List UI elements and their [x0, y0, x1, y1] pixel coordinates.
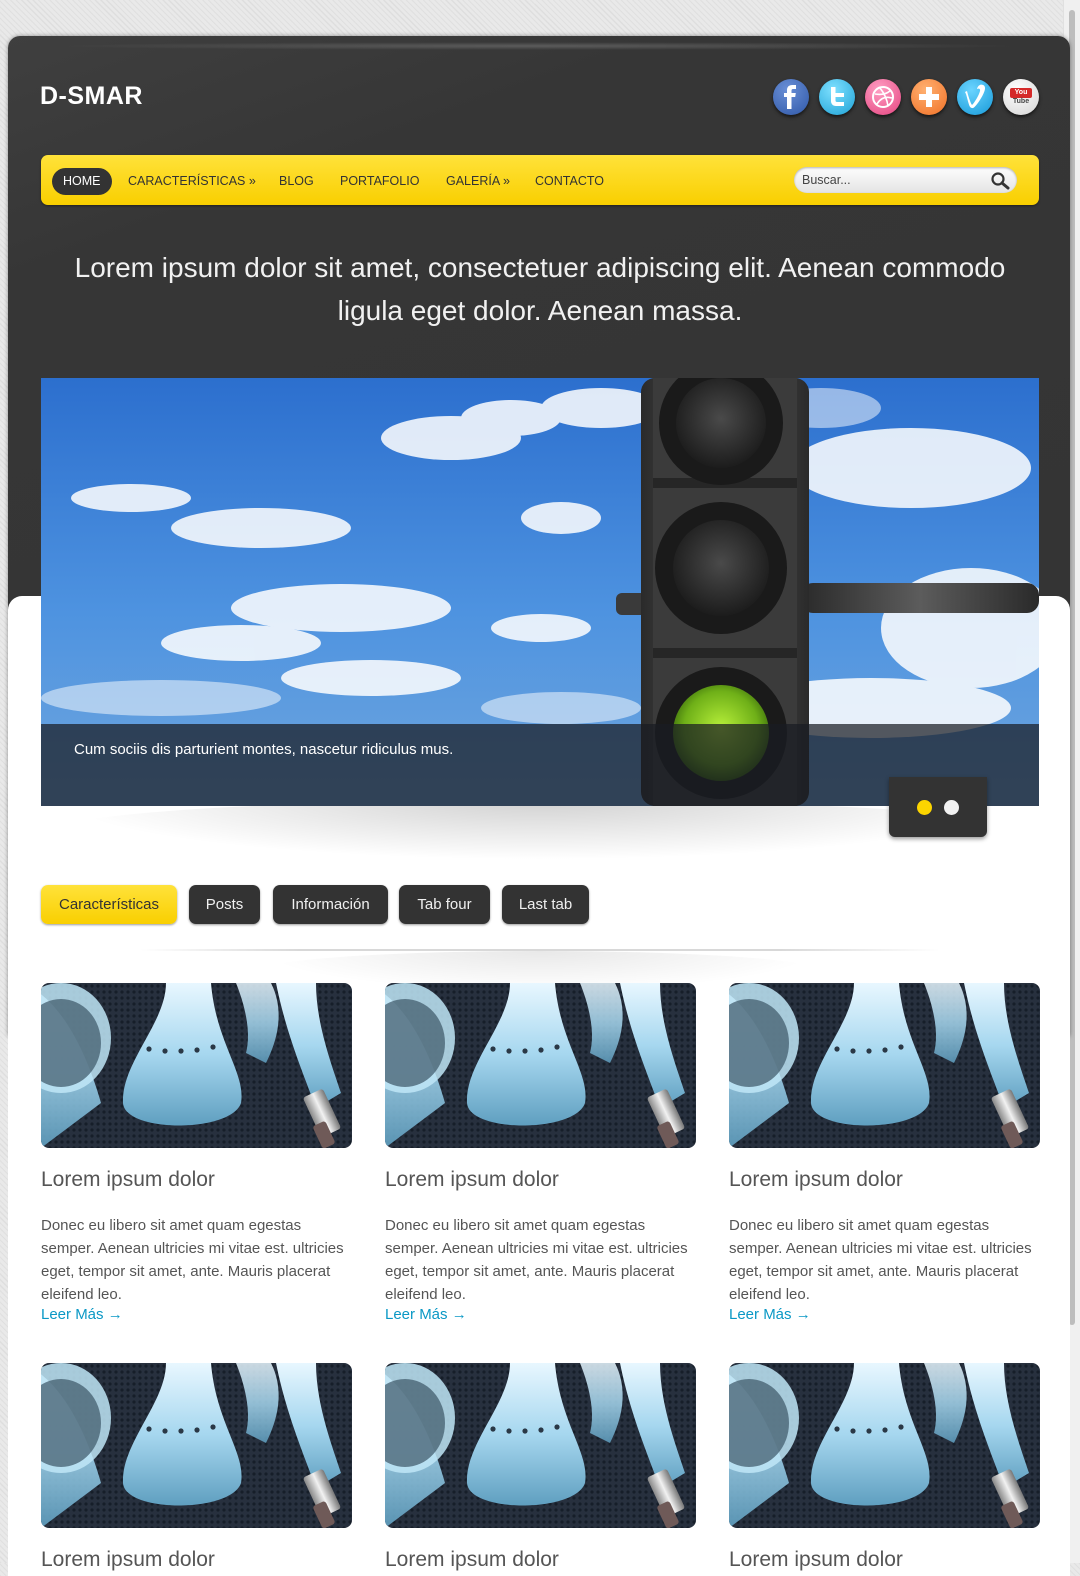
- twitter-glyph: [831, 87, 844, 106]
- read-more-link[interactable]: Leer Más →: [385, 1306, 467, 1323]
- search-input[interactable]: [802, 167, 982, 193]
- nav-item-galeria[interactable]: GALERÍA »: [446, 168, 510, 195]
- youtube-glyph: You: [1010, 88, 1032, 98]
- post-title[interactable]: Lorem ipsum dolor: [41, 1168, 215, 1192]
- read-more-link[interactable]: Leer Más →: [729, 1306, 811, 1323]
- tab-four[interactable]: Tab four: [399, 885, 490, 924]
- earphones-image: [729, 1363, 1040, 1528]
- post-thumbnail[interactable]: [729, 983, 1040, 1148]
- post-excerpt: Donec eu libero sit amet quam egestas se…: [385, 1217, 688, 1303]
- post-card: Lorem ipsum dolor Donec eu libero sit am…: [385, 983, 696, 1323]
- post-thumbnail[interactable]: [385, 983, 696, 1148]
- search-icon[interactable]: [990, 171, 1010, 191]
- post-title[interactable]: Lorem ipsum dolor: [729, 1168, 903, 1192]
- post-excerpt: Donec eu libero sit amet quam egestas se…: [729, 1217, 1032, 1303]
- post-card: Lorem ipsum dolor: [729, 1363, 1040, 1571]
- post-thumbnail[interactable]: [385, 1363, 696, 1528]
- earphones-image: [385, 1363, 696, 1528]
- dribbble-glyph: [872, 86, 894, 108]
- youtube-icon[interactable]: You Tube: [1003, 79, 1039, 115]
- slider-dot-1[interactable]: [917, 800, 932, 815]
- site-logo[interactable]: D-SMAR: [40, 82, 143, 111]
- nav-item-contacto[interactable]: CONTACTO: [535, 168, 604, 195]
- plus-glyph: [919, 87, 939, 107]
- vimeo-glyph: [965, 84, 985, 109]
- post-title[interactable]: Lorem ipsum dolor: [385, 1168, 559, 1192]
- earphones-image: [385, 983, 696, 1148]
- nav-item-portafolio[interactable]: PORTAFOLIO: [340, 168, 419, 195]
- post-title[interactable]: Lorem ipsum dolor: [729, 1548, 903, 1572]
- tab-posts[interactable]: Posts: [189, 885, 260, 924]
- post-thumbnail[interactable]: [41, 1363, 352, 1528]
- post-thumbnail[interactable]: [729, 1363, 1040, 1528]
- post-card: Lorem ipsum dolor Donec eu libero sit am…: [41, 983, 352, 1323]
- google-plus-icon[interactable]: [911, 79, 947, 115]
- slider-dot-2[interactable]: [944, 800, 959, 815]
- vimeo-icon[interactable]: [957, 79, 993, 115]
- slider-shadow: [60, 800, 1020, 860]
- earphones-image: [41, 983, 352, 1148]
- tagline: Lorem ipsum dolor sit amet, consectetuer…: [74, 252, 1006, 326]
- tab-caracteristicas[interactable]: Características: [41, 885, 177, 924]
- facebook-icon[interactable]: [773, 79, 809, 115]
- nav-item-home[interactable]: HOME: [52, 168, 112, 195]
- slider-pager: [889, 777, 987, 837]
- post-title[interactable]: Lorem ipsum dolor: [385, 1548, 559, 1572]
- nav-item-blog[interactable]: BLOG: [279, 168, 314, 195]
- tab-last[interactable]: Last tab: [502, 885, 589, 924]
- tab-informacion[interactable]: Información: [273, 885, 388, 924]
- post-title[interactable]: Lorem ipsum dolor: [41, 1548, 215, 1572]
- image-slider[interactable]: Cum sociis dis parturient montes, nascet…: [41, 378, 1039, 806]
- earphones-image: [729, 983, 1040, 1148]
- post-card: Lorem ipsum dolor: [41, 1363, 352, 1571]
- youtube-glyph-tube: Tube: [1012, 98, 1030, 105]
- post-excerpt: Donec eu libero sit amet quam egestas se…: [41, 1217, 344, 1303]
- post-card: Lorem ipsum dolor: [385, 1363, 696, 1571]
- youtube-label: You Tube: [1010, 88, 1032, 106]
- dribbble-icon[interactable]: [865, 79, 901, 115]
- nav-item-caracteristicas[interactable]: CARACTERÍSTICAS »: [128, 168, 256, 195]
- post-card: Lorem ipsum dolor Donec eu libero sit am…: [729, 983, 1040, 1323]
- search-box: [794, 167, 1017, 193]
- twitter-icon[interactable]: [819, 79, 855, 115]
- facebook-glyph: [784, 85, 796, 109]
- read-more-link[interactable]: Leer Más →: [41, 1306, 123, 1323]
- earphones-image: [41, 1363, 352, 1528]
- post-thumbnail[interactable]: [41, 983, 352, 1148]
- slider-caption-text: Cum sociis dis parturient montes, nascet…: [74, 741, 454, 758]
